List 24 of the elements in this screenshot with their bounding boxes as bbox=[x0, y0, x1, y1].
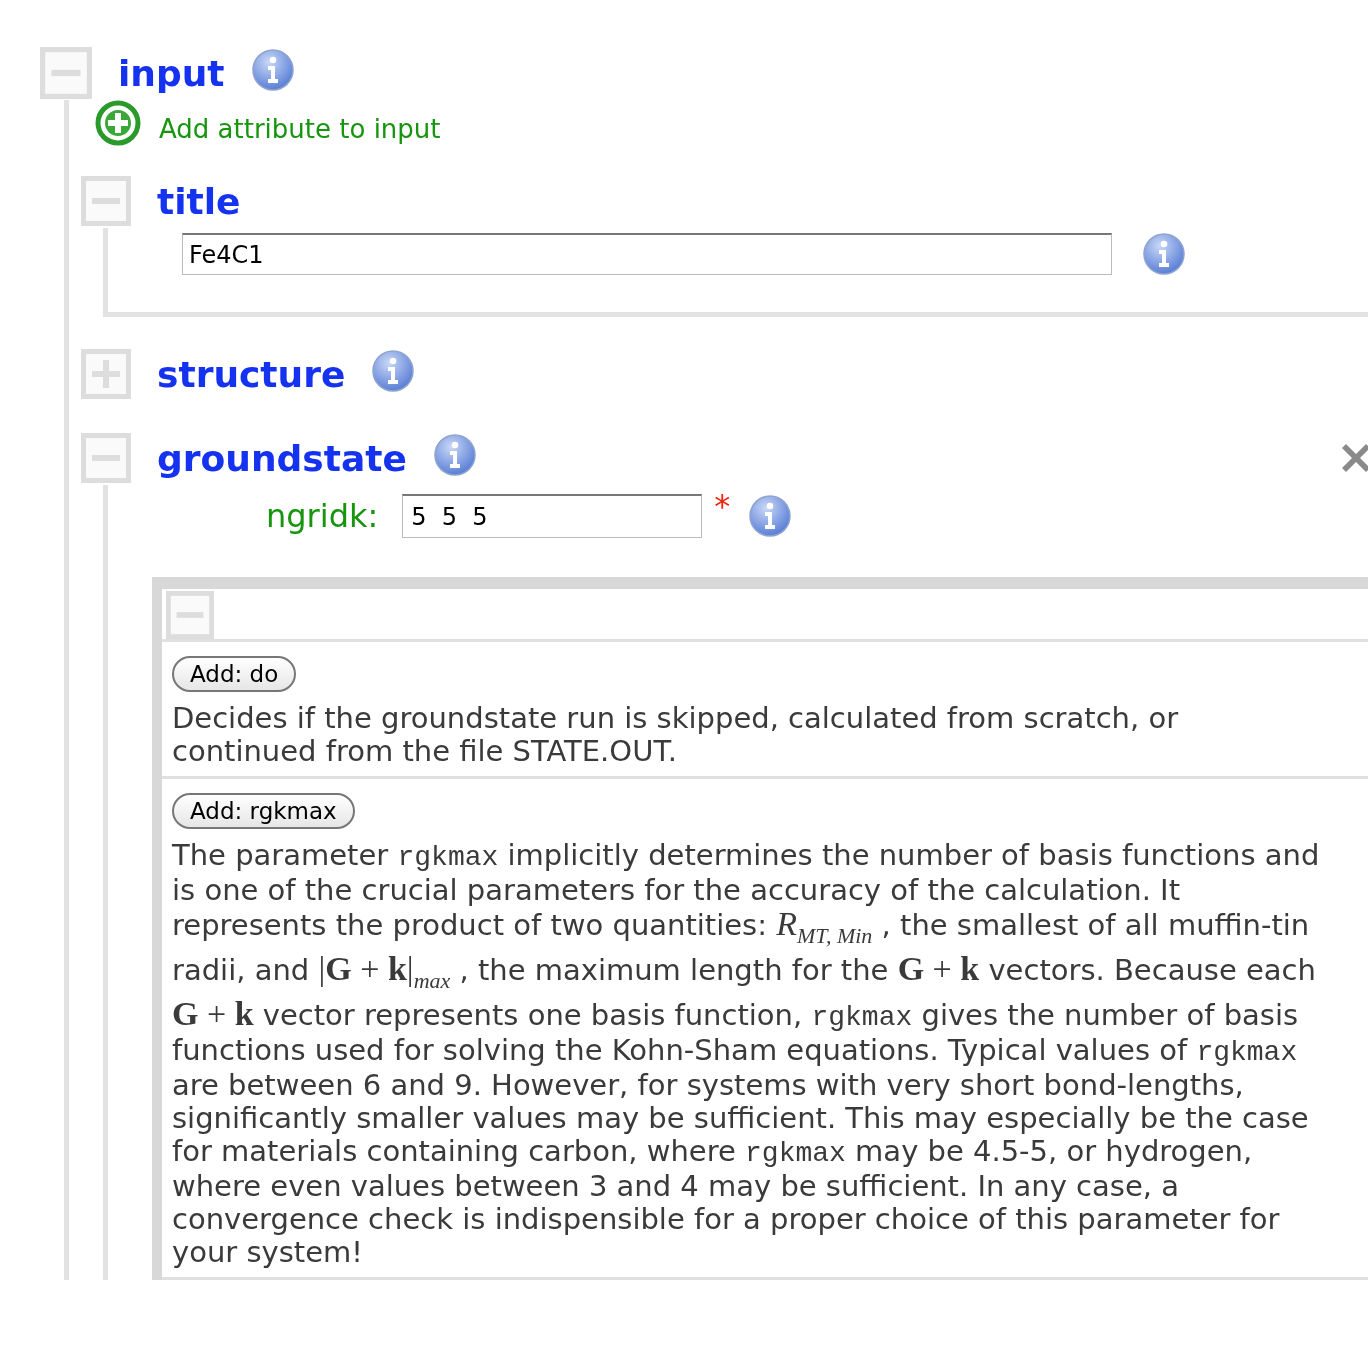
description-text: Decides if the groundstate run is skipped, calculated from scratch, or continued from the file STATE.OUT. bbox=[172, 702, 1180, 768]
node-label: groundstate bbox=[157, 437, 407, 479]
node-label: title bbox=[157, 180, 241, 222]
collapse-toggle[interactable] bbox=[81, 176, 131, 226]
collapse-toggle[interactable] bbox=[81, 433, 131, 483]
node-label: input bbox=[118, 52, 225, 94]
info-icon[interactable] bbox=[432, 433, 477, 477]
required-mark: * bbox=[714, 487, 731, 525]
info-icon[interactable] bbox=[250, 48, 295, 92]
add-attribute-link[interactable]: Add attribute to input bbox=[159, 114, 441, 144]
expand-toggle[interactable] bbox=[81, 349, 131, 399]
title-field[interactable]: Fe4C1 bbox=[182, 233, 1112, 275]
add-button[interactable]: Add: do bbox=[172, 656, 297, 692]
attribute-field[interactable]: 5 5 5 bbox=[402, 494, 703, 538]
info-icon[interactable] bbox=[748, 494, 793, 538]
add-button[interactable]: Add: rgkmax bbox=[172, 793, 355, 829]
info-icon[interactable] bbox=[371, 349, 416, 393]
collapse-toggle[interactable] bbox=[166, 591, 214, 639]
node-label: structure bbox=[157, 353, 346, 395]
description-text: The parameter rgkmax implicitly determines the number of basis functions and is one of the crucial parameters for the accuracy of the calculation. It represents the product of two quantities: R$_{MT, Min}$ , the smallest of all muffin-tin radii, and |G + k|$_{max}$ , the maximum length for the G + k vectors. Because each G + k vector represents one basis function, rgkmax gives the number of basis functions used for solving the Kohn-Sham equations. Typical values of rgkmax are between 6 and 9. However, for systems with very short bond-lengths, significantly smaller values may be sufficient. This may especially be the case for materials containing carbon, where rgkmax may be 4.5-5, or hydrogen, where even values between 3 and 4 may be sufficient. In any case, a convergence check is indispensible for a proper choice of this parameter for your system! bbox=[172, 839, 1321, 1269]
add-icon[interactable] bbox=[95, 100, 141, 146]
info-icon[interactable] bbox=[1142, 232, 1186, 276]
attribute-label: ngridk: bbox=[266, 497, 379, 535]
collapse-toggle[interactable] bbox=[40, 47, 92, 99]
